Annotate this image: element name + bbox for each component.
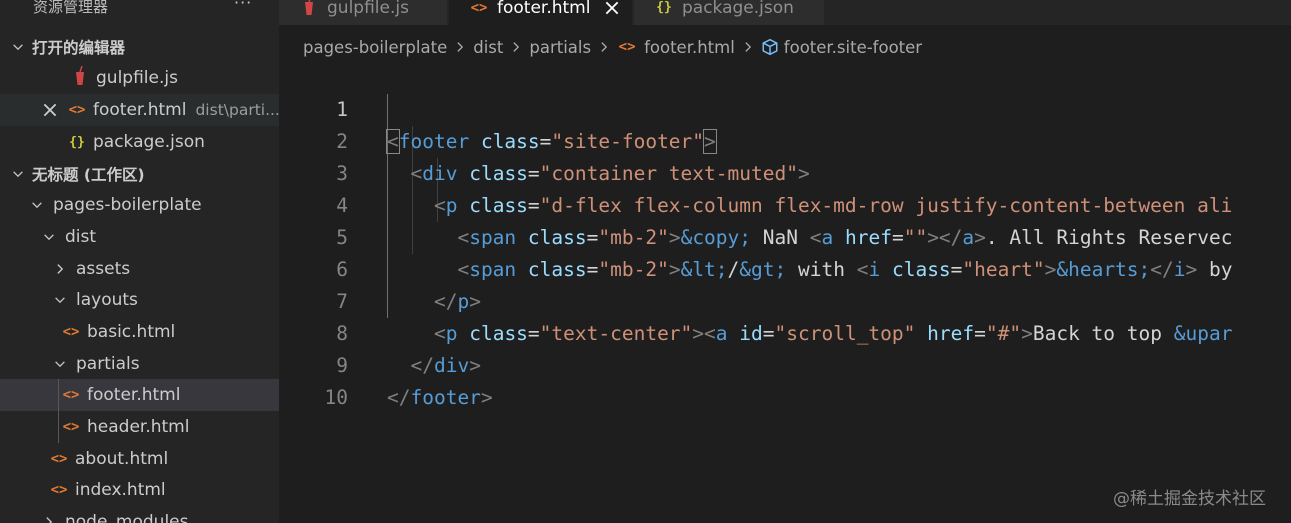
breadcrumb-item[interactable]: dist: [473, 38, 503, 57]
chevron-down-icon: [39, 227, 59, 247]
workspace-label: 无标题 (工作区): [32, 166, 145, 184]
open-editor-item-package[interactable]: {} package.json: [0, 126, 279, 158]
code-line[interactable]: 10: [279, 350, 1291, 409]
breadcrumb-item[interactable]: pages-boilerplate: [303, 38, 447, 57]
gulp-file-icon: [70, 65, 90, 90]
explorer-header: 资源管理器 ···: [0, 0, 279, 22]
tree-folder-pages-boilerplate[interactable]: pages-boilerplate: [0, 189, 279, 221]
close-icon[interactable]: [602, 0, 622, 18]
html-file-icon: <>: [62, 324, 80, 340]
tree-folder-partials[interactable]: partials: [0, 348, 279, 380]
chevron-down-icon: [8, 37, 28, 57]
explorer-title: 资源管理器: [33, 0, 109, 16]
code-line[interactable]: 3 <p class="d-flex flex-column flex-md-r…: [279, 126, 1291, 217]
html-file-icon: <>: [62, 387, 80, 403]
chevron-down-icon: [27, 195, 47, 215]
line-number: 10: [324, 386, 348, 409]
html-file-icon: <>: [50, 451, 68, 467]
breadcrumb-item[interactable]: footer.site-footer: [784, 38, 922, 57]
chevron-right-icon: [50, 259, 70, 279]
code-text: </footer>: [387, 386, 493, 409]
tree-label: header.html: [87, 417, 190, 437]
open-editor-label: footer.html: [93, 100, 187, 120]
json-file-icon: {}: [69, 134, 85, 150]
tree-folder-layouts[interactable]: layouts: [0, 284, 279, 316]
json-file-icon: {}: [656, 0, 672, 15]
open-editor-item-gulpfile[interactable]: gulpfile.js: [0, 62, 279, 94]
explorer-sidebar: 资源管理器 ··· 打开的编辑器 gulpfile.js <> footer.h…: [0, 0, 279, 523]
chevron-right-icon: [745, 42, 751, 52]
code-line[interactable]: 2 <div class="container text-muted">: [279, 94, 1291, 185]
tree-label: footer.html: [87, 385, 181, 405]
tree-label: pages-boilerplate: [53, 195, 202, 215]
watermark: @稀土掘金技术社区: [1113, 489, 1266, 509]
tree-file-footer-html[interactable]: <> footer.html: [0, 379, 279, 411]
code-line[interactable]: 7 <p class="text-center"><a id="scroll_t…: [279, 254, 1291, 345]
workspace-section-header[interactable]: 无标题 (工作区): [0, 158, 279, 190]
tree-label: dist: [65, 227, 97, 247]
html-file-icon: <>: [68, 102, 86, 118]
gulp-file-icon: [299, 0, 319, 20]
tree-label: about.html: [75, 449, 169, 469]
chevron-down-icon: [8, 164, 28, 184]
html-file-icon: <>: [62, 419, 80, 435]
breadcrumb-item[interactable]: partials: [529, 38, 591, 57]
tab-label: package.json: [682, 0, 794, 18]
chevron-right-icon: [601, 42, 608, 52]
tree-label: partials: [76, 354, 140, 374]
tree-label: layouts: [76, 290, 138, 310]
open-editors-label: 打开的编辑器: [32, 39, 126, 57]
tree-label: index.html: [75, 480, 166, 500]
code-line[interactable]: 9 </footer>: [279, 318, 1291, 409]
html-file-icon: <>: [470, 0, 488, 16]
code-line[interactable]: 1 <footer class="site-footer">: [279, 62, 1291, 154]
tree-folder-assets[interactable]: assets: [0, 253, 279, 285]
html-file-icon: <>: [50, 482, 68, 498]
tree-folder-node-modules[interactable]: node_modules: [0, 506, 279, 523]
more-actions-button[interactable]: ···: [234, 0, 252, 12]
tab-package-json[interactable]: {} package.json: [634, 0, 824, 25]
tab-gulpfile[interactable]: gulpfile.js: [279, 0, 447, 25]
chevron-right-icon: [513, 42, 520, 52]
tree-file-index-html[interactable]: <> index.html: [0, 474, 279, 506]
code-line[interactable]: 6 </p>: [279, 222, 1291, 313]
chevron-down-icon: [50, 290, 70, 310]
tab-label: footer.html: [497, 0, 591, 18]
tree-folder-dist[interactable]: dist: [0, 221, 279, 253]
editor-tab-bar: gulpfile.js <> footer.html {} package.js…: [279, 0, 1291, 25]
code-editor[interactable]: 1 <footer class="site-footer"> 2 <div cl…: [279, 62, 1291, 523]
tree-file-about-html[interactable]: <> about.html: [0, 443, 279, 475]
open-editor-label: gulpfile.js: [96, 68, 178, 88]
tab-footer-html[interactable]: <> footer.html: [449, 0, 632, 25]
breadcrumb-item[interactable]: footer.html: [644, 38, 735, 57]
tree-label: assets: [76, 259, 131, 279]
close-icon[interactable]: [40, 100, 60, 120]
chevron-right-icon: [457, 42, 464, 52]
tree-indent-guide: [58, 379, 59, 443]
html-file-icon: <>: [618, 39, 636, 55]
code-line[interactable]: 8 </div>: [279, 286, 1291, 377]
chevron-right-icon: [39, 512, 59, 523]
open-editor-label: package.json: [93, 132, 205, 152]
code-line[interactable]: 5 <span class="mb-2">&lt;/&gt; with <i c…: [279, 190, 1291, 281]
code-line[interactable]: 4 <span class="mb-2">&copy; NaN <a href=…: [279, 158, 1291, 249]
tab-label: gulpfile.js: [327, 0, 409, 18]
chevron-down-icon: [50, 354, 70, 374]
open-editor-item-footer[interactable]: <> footer.html dist\parti...: [0, 94, 279, 126]
symbol-element-icon: [762, 38, 778, 56]
tree-label: basic.html: [87, 322, 176, 342]
breadcrumb: pages-boilerplate dist partials <> foote…: [303, 36, 922, 58]
tree-file-header-html[interactable]: <> header.html: [0, 411, 279, 443]
tree-label: node_modules: [65, 512, 189, 523]
open-editor-path: dist\parti...: [195, 101, 279, 119]
tree-file-basic-html[interactable]: <> basic.html: [0, 316, 279, 348]
open-editors-section-header[interactable]: 打开的编辑器: [0, 31, 279, 63]
